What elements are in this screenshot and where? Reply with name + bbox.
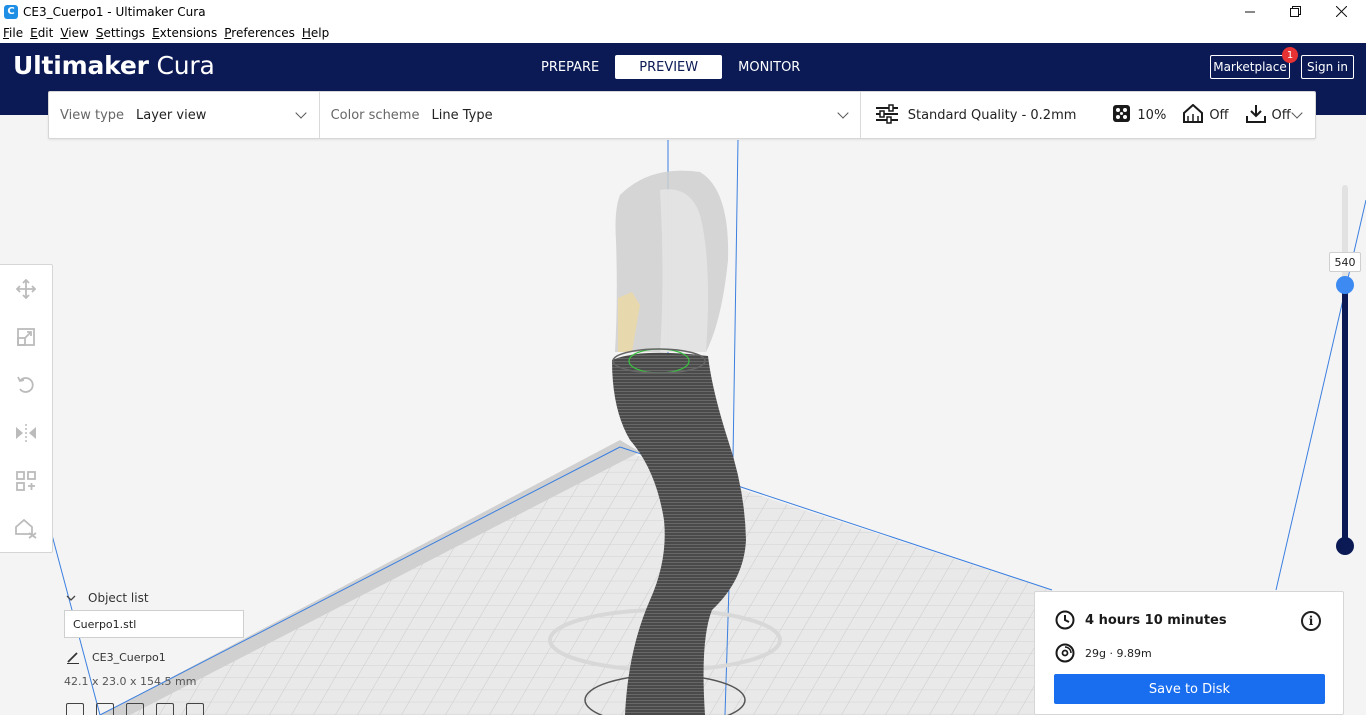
- adhesion-value: Off: [1271, 107, 1291, 123]
- marketplace-label: Marketplace: [1213, 60, 1287, 74]
- material-row: 29g · 9.89m: [1055, 643, 1152, 663]
- view-type-label: View type: [60, 107, 125, 123]
- spool-icon: [1055, 643, 1075, 663]
- view-type-dropdown[interactable]: View type Layer view: [49, 92, 319, 138]
- chevron-down-icon: [836, 107, 849, 119]
- layer-slider-lower-handle[interactable]: [1336, 537, 1354, 555]
- tab-preview[interactable]: PREVIEW: [615, 55, 723, 79]
- material-usage: 29g · 9.89m: [1085, 646, 1152, 660]
- sign-in-button[interactable]: Sign in: [1301, 55, 1354, 79]
- tab-monitor[interactable]: MONITOR: [722, 55, 816, 79]
- quality-sliders-icon: [875, 103, 899, 127]
- save-to-disk-label: Save to Disk: [1148, 681, 1231, 697]
- brand-name: Ultimaker: [13, 51, 149, 80]
- object-file-item[interactable]: Cuerpo1.stl: [64, 610, 244, 638]
- object-name-row[interactable]: CE3_Cuerpo1: [66, 650, 166, 664]
- rotate-icon[interactable]: [15, 374, 37, 396]
- top-view-icon[interactable]: [126, 703, 144, 715]
- support-blocker-icon[interactable]: [15, 518, 37, 540]
- left-view-icon[interactable]: [156, 703, 174, 715]
- sign-in-label: Sign in: [1307, 60, 1348, 74]
- adhesion-icon: [1245, 104, 1266, 126]
- menu-help[interactable]: Help: [302, 26, 329, 40]
- color-scheme-value: Line Type: [431, 107, 493, 123]
- object-dimensions: 42.1 x 23.0 x 154.5 mm: [64, 675, 197, 688]
- 3d-view-icon[interactable]: [66, 703, 84, 715]
- cura-app-icon: C: [4, 4, 18, 19]
- chevron-down-icon: [66, 595, 76, 601]
- quality-profile: Standard Quality - 0.2mm: [907, 107, 1077, 123]
- chevron-down-icon: [295, 107, 307, 119]
- object-name: CE3_Cuerpo1: [92, 650, 166, 664]
- info-icon[interactable]: i: [1301, 611, 1321, 631]
- layer-slider-upper-handle[interactable]: [1336, 276, 1354, 294]
- object-list-toggle[interactable]: Object list: [66, 591, 149, 605]
- per-model-settings-icon[interactable]: [15, 470, 37, 492]
- menu-file[interactable]: File: [3, 26, 23, 40]
- tab-prepare[interactable]: PREPARE: [525, 55, 615, 79]
- clock-icon: [1055, 610, 1075, 630]
- support-value: Off: [1209, 107, 1229, 123]
- support-icon: [1183, 103, 1204, 126]
- layer-number-input[interactable]: 540: [1329, 252, 1361, 272]
- infill-value: 10%: [1137, 107, 1167, 123]
- move-icon[interactable]: [15, 278, 37, 300]
- pencil-icon: [67, 652, 79, 664]
- menu-view[interactable]: View: [60, 26, 88, 40]
- marketplace-button[interactable]: Marketplace: [1210, 55, 1290, 79]
- window-title: CE3_Cuerpo1 - Ultimaker Cura: [23, 4, 206, 19]
- tool-panel: [0, 264, 53, 553]
- restore-icon[interactable]: [1272, 0, 1318, 23]
- camera-view-buttons: [66, 703, 216, 715]
- save-to-disk-button[interactable]: Save to Disk: [1054, 674, 1325, 704]
- infill-icon: [1112, 104, 1131, 126]
- front-view-icon[interactable]: [96, 703, 114, 715]
- print-time-row: 4 hours 10 minutes: [1055, 610, 1227, 630]
- print-info-panel: 4 hours 10 minutes i 29g · 9.89m Save to…: [1034, 591, 1344, 715]
- print-settings-dropdown[interactable]: Standard Quality - 0.2mm 10% Off Off: [861, 92, 1315, 138]
- object-list-label: Object list: [88, 591, 149, 605]
- close-icon[interactable]: [1318, 0, 1364, 23]
- brand-product: Cura: [156, 51, 215, 80]
- right-view-icon[interactable]: [186, 703, 204, 715]
- print-time: 4 hours 10 minutes: [1085, 612, 1227, 628]
- brand-logo: Ultimaker Cura: [13, 51, 215, 80]
- view-type-value: Layer view: [136, 107, 207, 123]
- menu-bar: File Edit View Settings Extensions Prefe…: [0, 23, 1366, 43]
- chevron-down-icon: [1291, 107, 1303, 119]
- menu-settings[interactable]: Settings: [96, 26, 145, 40]
- color-scheme-label: Color scheme: [330, 107, 420, 123]
- color-scheme-dropdown[interactable]: Color scheme Line Type: [320, 92, 860, 138]
- minimize-icon[interactable]: [1227, 0, 1273, 23]
- scale-icon[interactable]: [15, 326, 37, 348]
- layer-slider-range: [1342, 285, 1348, 547]
- title-bar: C CE3_Cuerpo1 - Ultimaker Cura: [0, 0, 1366, 23]
- menu-preferences[interactable]: Preferences: [224, 26, 295, 40]
- menu-extensions[interactable]: Extensions: [152, 26, 217, 40]
- view-toolbar: View type Layer view Color scheme Line T…: [48, 91, 1316, 139]
- mirror-icon[interactable]: [15, 422, 37, 444]
- stage-tabs: PREPARE PREVIEW MONITOR: [525, 55, 816, 79]
- marketplace-badge: 1: [1282, 47, 1298, 63]
- menu-edit[interactable]: Edit: [30, 26, 53, 40]
